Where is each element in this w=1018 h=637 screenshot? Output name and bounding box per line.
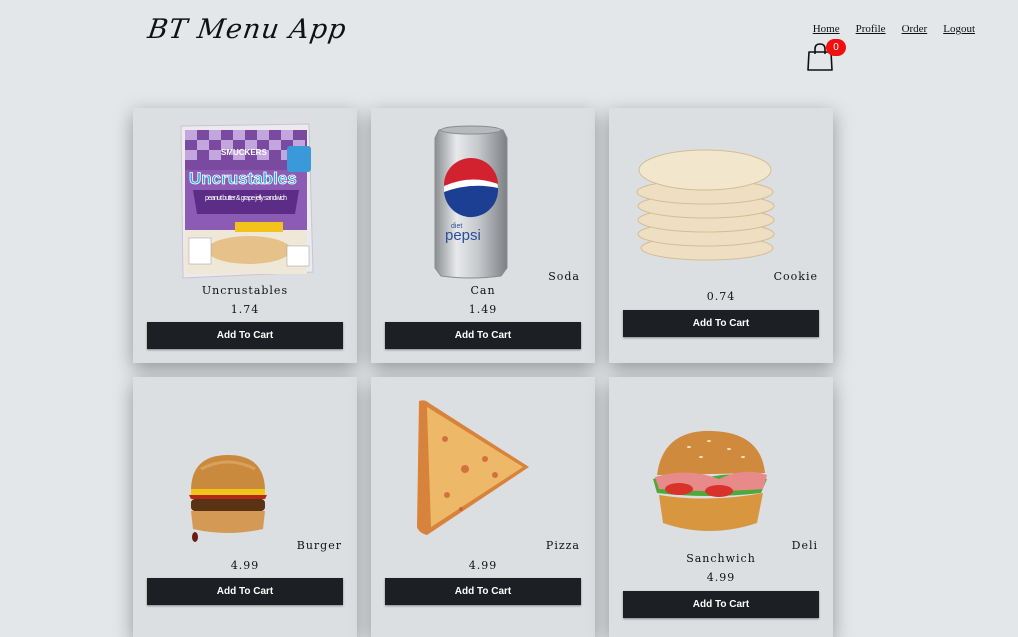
cookies-image	[636, 149, 775, 261]
add-to-cart-button[interactable]: Add To Cart	[385, 322, 581, 349]
menu-item-category: Soda	[548, 270, 580, 283]
uncrustables-image: SMUCKERS Uncrustables peanut butter & gr…	[180, 123, 314, 279]
menu-card-burger: Burger 4.99 Add To Cart	[133, 377, 357, 637]
menu-item-name: Sanchwich	[686, 552, 756, 565]
add-to-cart-button[interactable]: Add To Cart	[385, 578, 581, 605]
nav-order-link[interactable]: Order	[902, 23, 928, 35]
add-to-cart-button[interactable]: Add To Cart	[147, 578, 343, 605]
menu-item-category: Deli	[791, 539, 818, 552]
menu-card-pizza: Pizza 4.99 Add To Cart	[371, 377, 595, 637]
deli-sandwich-image	[653, 430, 767, 531]
menu-item-price: 0.74	[706, 290, 736, 303]
menu-item-price: 4.99	[230, 559, 260, 572]
menu-item-category: Pizza	[545, 539, 580, 552]
pizza-slice-image	[417, 400, 529, 535]
nav-profile-link[interactable]: Profile	[856, 23, 886, 35]
menu-item-price: 1.74	[230, 303, 260, 316]
pepsi-can-image: diet pepsi	[434, 125, 508, 279]
add-to-cart-button[interactable]: Add To Cart	[623, 310, 819, 337]
pepsi-logo-text: pepsi	[445, 227, 481, 244]
menu-item-price: 4.99	[468, 559, 498, 572]
nav-home-link[interactable]: Home	[813, 23, 840, 35]
menu-item-price: 1.49	[468, 303, 498, 316]
add-to-cart-button[interactable]: Add To Cart	[147, 322, 343, 349]
menu-card-deli: Deli Sanchwich 4.99 Add To Cart	[609, 377, 833, 637]
menu-item-category: Cookie	[773, 270, 818, 283]
cart-count-badge: 0	[826, 39, 846, 56]
burger-image	[189, 455, 267, 542]
top-nav: Home Profile Order Logout	[813, 23, 975, 35]
menu-item-category: Burger	[296, 539, 342, 552]
uncrustables-brand-text: SMUCKERS	[221, 148, 267, 157]
menu-item-name: Can	[470, 284, 496, 297]
uncrustables-logo-text: Uncrustables	[189, 169, 297, 188]
menu-card-soda-can: diet pepsi Soda Can 1.49 Add To Cart	[371, 108, 595, 363]
menu-item-name: Uncrustables	[201, 284, 289, 297]
add-to-cart-button[interactable]: Add To Cart	[623, 591, 819, 618]
uncrustables-desc-text: peanut butter & grape jelly sandwich	[205, 195, 287, 202]
menu-item-price: 4.99	[706, 571, 736, 584]
menu-card-cookie: Cookie 0.74 Add To Cart	[609, 108, 833, 363]
nav-logout-link[interactable]: Logout	[943, 23, 975, 35]
menu-card-uncrustables: SMUCKERS Uncrustables peanut butter & gr…	[133, 108, 357, 363]
app-logo: BT Menu App	[145, 14, 349, 45]
